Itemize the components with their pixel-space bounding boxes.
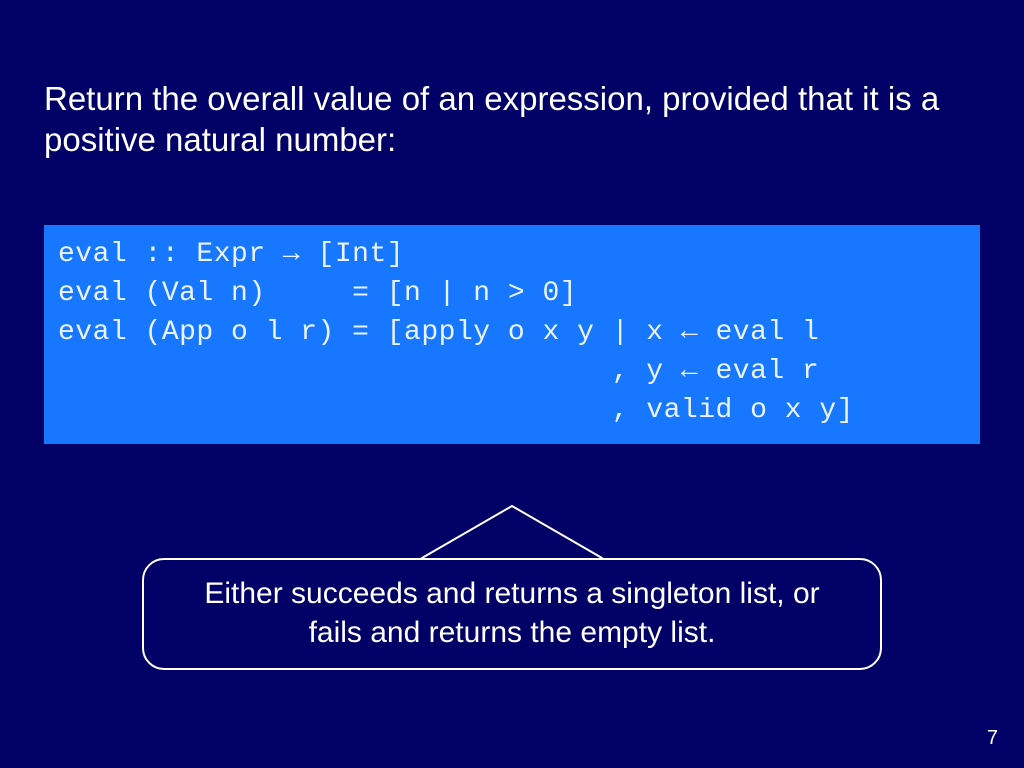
code-block: eval :: Expr → [Int] eval (Val n) = [n |… — [44, 225, 980, 445]
callout-pointer-icon — [392, 500, 632, 558]
slide-heading: Return the overall value of an expressio… — [44, 78, 980, 161]
page-number: 7 — [987, 727, 998, 750]
callout-text: Either succeeds and returns a singleton … — [142, 558, 882, 670]
slide: Return the overall value of an expressio… — [0, 0, 1024, 670]
callout: Either succeeds and returns a singleton … — [142, 500, 882, 670]
